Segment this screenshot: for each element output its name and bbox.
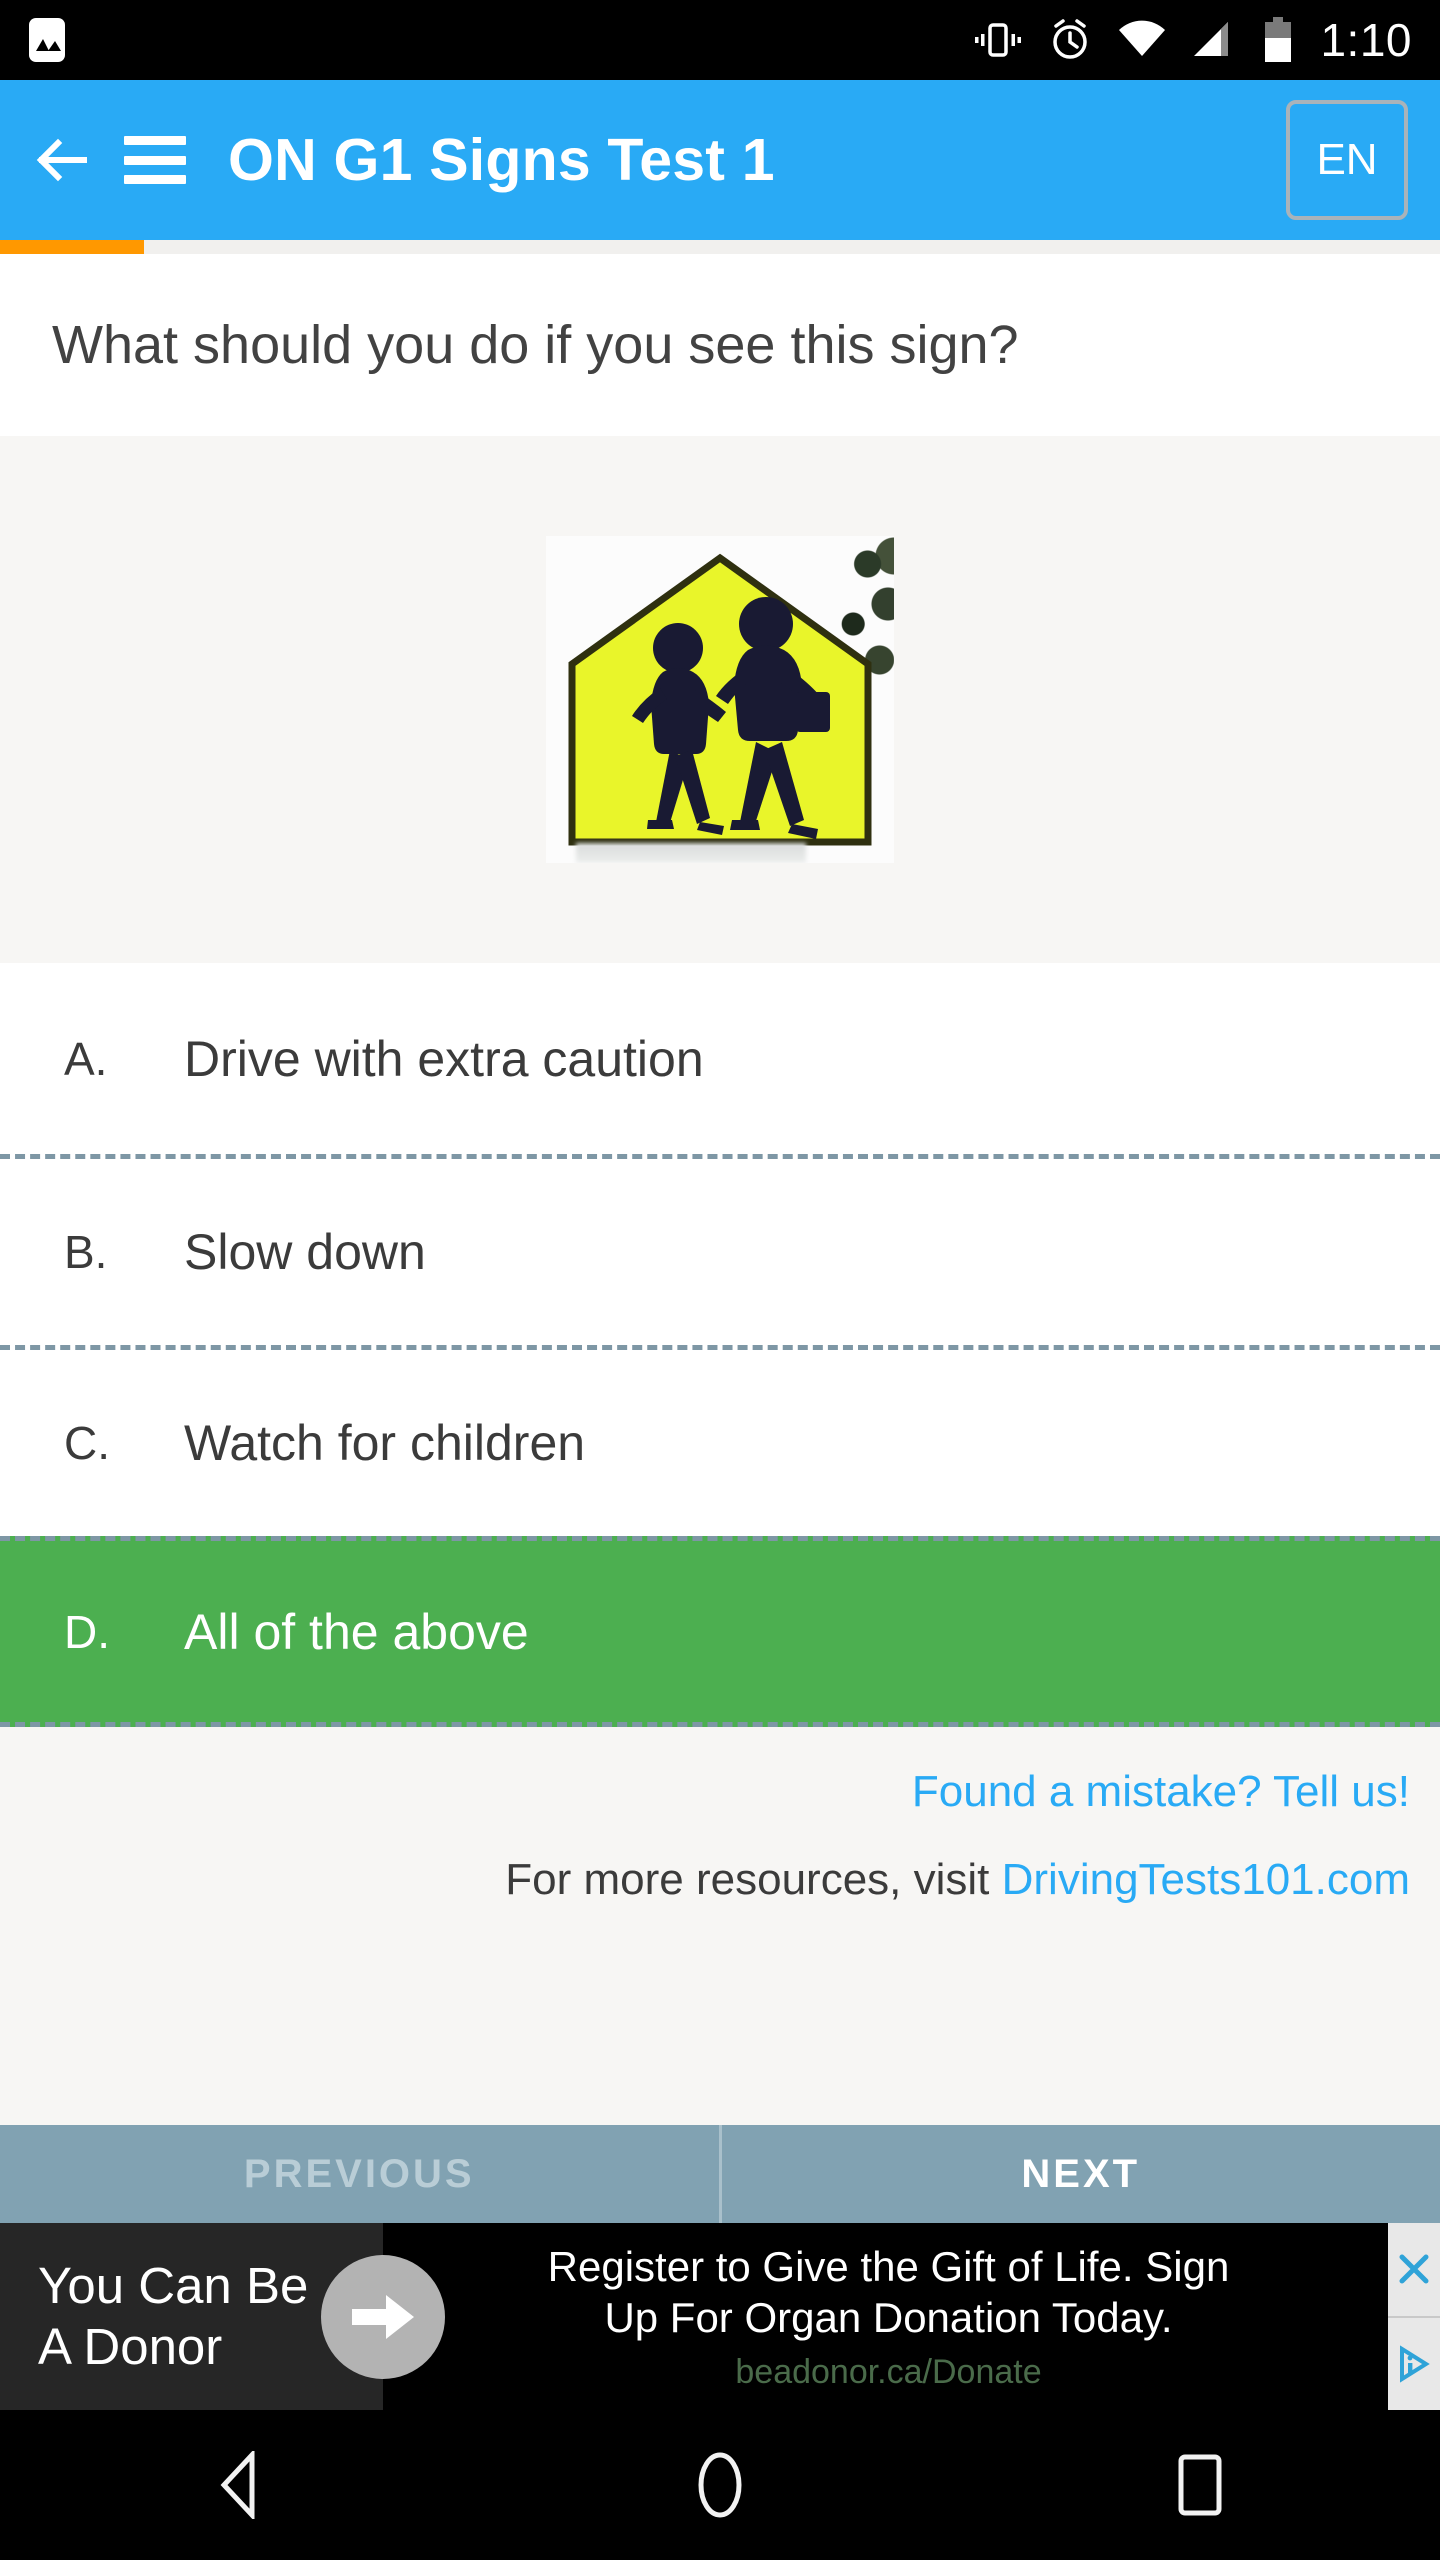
- footer-links: Found a mistake? Tell us! For more resou…: [0, 1731, 1440, 2111]
- answer-options-list: A. Drive with extra caution B. Slow down C. W…: [0, 963, 1440, 1727]
- vibrate-icon: [975, 23, 1022, 57]
- question-text: What should you do if you see this sign?: [52, 314, 1019, 375]
- advertisement-banner[interactable]: You Can Be A Donor Register to Give the …: [0, 2223, 1440, 2410]
- ad-headline-line2: A Donor: [38, 2317, 223, 2375]
- status-bar-left: [28, 17, 66, 63]
- system-recents-icon: [1178, 2454, 1222, 2516]
- status-bar-right: 1:10: [974, 17, 1412, 63]
- answer-letter: B.: [64, 1226, 108, 1278]
- wifi-icon: [1119, 20, 1166, 56]
- resources-link[interactable]: DrivingTests101.com: [1002, 1855, 1410, 1904]
- answer-letter: A.: [64, 1032, 108, 1085]
- ad-controls: [1388, 2223, 1440, 2410]
- school-crossing-sign-graphic: [568, 553, 872, 846]
- signal-icon: [1194, 22, 1229, 56]
- system-recents-button[interactable]: [960, 2454, 1440, 2516]
- status-bar-clock: 1:10: [1320, 14, 1412, 66]
- ad-headline-line1: You Can Be: [38, 2257, 309, 2315]
- sign-photo-ground: [576, 843, 806, 863]
- report-mistake-link[interactable]: Found a mistake? Tell us!: [0, 1759, 1410, 1825]
- arrow-right-glyph: [352, 2294, 414, 2339]
- back-arrow-icon[interactable]: [32, 129, 94, 191]
- adchoices-glyph: [1400, 2345, 1430, 2383]
- progress-bar: [0, 240, 1440, 254]
- app-bar: ON G1 Signs Test 1 EN: [0, 80, 1440, 240]
- next-button[interactable]: NEXT: [718, 2125, 1440, 2223]
- page-title: ON G1 Signs Test 1: [228, 127, 775, 193]
- ad-body-panel: Register to Give the Gift of Life. Sign …: [383, 2223, 1388, 2410]
- answer-option-a[interactable]: A. Drive with extra caution: [0, 963, 1440, 1154]
- status-bar: 1:10: [0, 0, 1440, 80]
- answer-text: Drive with extra caution: [184, 1030, 704, 1087]
- system-home-button[interactable]: [480, 2451, 960, 2519]
- close-glyph: [1399, 2254, 1429, 2284]
- answer-text: Watch for children: [184, 1415, 586, 1471]
- resources-line: For more resources, visit DrivingTests10…: [0, 1847, 1410, 1913]
- answer-option-b[interactable]: B. Slow down: [0, 1154, 1440, 1345]
- arrow-right-icon[interactable]: [321, 2254, 445, 2379]
- ad-url: beadonor.ca/Donate: [735, 2353, 1042, 2392]
- system-back-icon: [220, 2451, 255, 2519]
- answer-option-c[interactable]: C. Watch for children: [0, 1345, 1440, 1536]
- ad-body-line2: Up For Organ Donation Today.: [604, 2294, 1173, 2341]
- school-crossing-sign-image: [546, 536, 894, 863]
- resources-prefix: For more resources, visit: [505, 1855, 1002, 1904]
- system-back-button[interactable]: [0, 2451, 480, 2519]
- photo-icon: [29, 18, 65, 62]
- ad-headline: You Can Be A Donor: [38, 2256, 308, 2376]
- language-button[interactable]: EN: [1286, 100, 1408, 220]
- quiz-navigation: PREVIOUS NEXT: [0, 2125, 1440, 2223]
- alarm-icon: [1053, 19, 1088, 59]
- language-label: EN: [1316, 135, 1378, 184]
- ad-body-line1: Register to Give the Gift of Life. Sign: [547, 2242, 1230, 2290]
- answer-letter: C.: [64, 1417, 110, 1469]
- close-icon[interactable]: [1388, 2223, 1440, 2318]
- ad-body: Register to Give the Gift of Life. Sign …: [548, 2241, 1230, 2343]
- answer-letter: D.: [64, 1605, 110, 1658]
- progress-bar-fill: [0, 240, 144, 254]
- battery-icon: [1265, 17, 1292, 62]
- ad-headline-panel: You Can Be A Donor: [0, 2223, 445, 2410]
- previous-button[interactable]: PREVIOUS: [0, 2125, 719, 2223]
- question-image-panel: [0, 436, 1440, 963]
- answer-text: Slow down: [184, 1224, 426, 1280]
- question-container: What should you do if you see this sign?: [0, 254, 1440, 436]
- adchoices-icon[interactable]: [1388, 2317, 1440, 2410]
- system-navigation-bar: [0, 2410, 1440, 2560]
- app-screen: 1:10 ON G1 Signs Test 1 EN What should y…: [0, 0, 1440, 2560]
- answer-text: All of the above: [184, 1603, 529, 1660]
- answer-option-d[interactable]: D. All of the above: [0, 1536, 1440, 1727]
- hamburger-menu-icon[interactable]: [124, 136, 186, 184]
- system-home-icon: [698, 2452, 742, 2518]
